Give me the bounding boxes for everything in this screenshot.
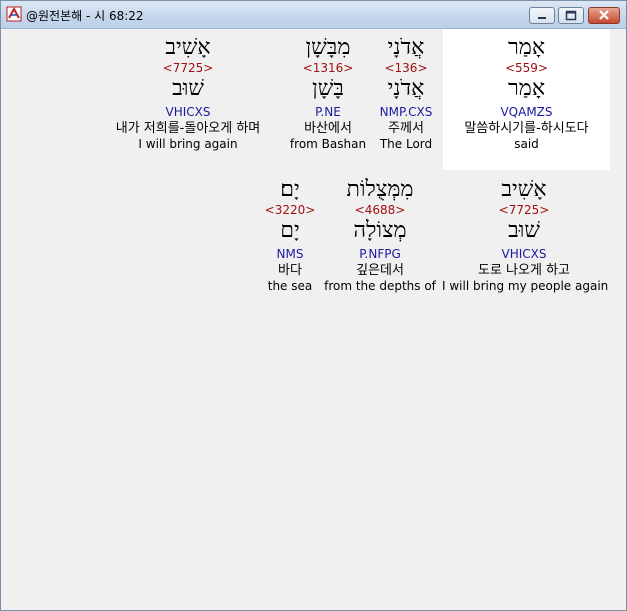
word-card[interactable]: יָם׃ <3220> יָם NMS 바다 the sea bbox=[260, 177, 320, 294]
korean-gloss: 내가 저희를-돌아오게 하며 bbox=[115, 121, 261, 136]
korean-gloss: 말씀하시기를-하시도다 bbox=[464, 121, 589, 136]
hebrew-root: שׁוּב bbox=[508, 218, 540, 243]
strong-number[interactable]: <136> bbox=[366, 61, 446, 76]
word-card[interactable]: אֲדֹנָי <136> אֲדֹנָי NMP.CXS 주께서 The Lo… bbox=[366, 35, 446, 152]
parsing-code[interactable]: VHICXS bbox=[442, 246, 606, 262]
korean-gloss: 바산에서 bbox=[304, 121, 352, 136]
korean-gloss: 도로 나오게 하고 bbox=[478, 263, 570, 278]
word-card[interactable]: מִמְּצֻלוֹת <4688> מְצוֹלָה P.NFPG 깊은데서 … bbox=[324, 177, 436, 294]
strong-number[interactable]: <559> bbox=[443, 61, 610, 76]
word-card[interactable]: אָשִׁיב <7725> שׁוּב VHICXS 내가 저희를-돌아오게 … bbox=[96, 35, 280, 152]
maximize-icon bbox=[565, 10, 577, 21]
english-gloss: I will bring my people again bbox=[442, 279, 609, 293]
maximize-button[interactable] bbox=[558, 7, 584, 24]
app-icon bbox=[6, 6, 22, 22]
english-gloss: from the depths of bbox=[324, 279, 436, 293]
close-icon bbox=[599, 10, 609, 20]
english-gloss: said bbox=[514, 137, 539, 151]
hebrew-root: אָמַר bbox=[507, 76, 546, 101]
hebrew-word: מִבָּשָׁן bbox=[305, 35, 351, 60]
korean-gloss: 주께서 bbox=[388, 121, 424, 136]
english-gloss: The Lord bbox=[379, 137, 433, 151]
hebrew-root: שׁוּב bbox=[172, 76, 204, 101]
hebrew-root: אֲדֹנָי bbox=[387, 76, 425, 101]
korean-gloss: 깊은데서 bbox=[356, 263, 404, 278]
parsing-code[interactable]: NMS bbox=[260, 246, 320, 262]
parsing-code[interactable]: VHICXS bbox=[96, 104, 280, 120]
word-card[interactable]: מִבָּשָׁן <1316> בָּשָׁן P.NE 바산에서 from … bbox=[288, 35, 368, 152]
close-button[interactable] bbox=[588, 7, 620, 24]
parsing-code[interactable]: VQAMZS bbox=[443, 104, 610, 120]
hebrew-word: מִמְּצֻלוֹת bbox=[346, 177, 414, 202]
window-title: @원전본해 - 시 68:22 bbox=[26, 9, 144, 23]
hebrew-root: יָם bbox=[280, 218, 300, 243]
word-card[interactable]: אָשִׁיב <7725> שׁוּב VHICXS 도로 나오게 하고 I … bbox=[442, 177, 609, 294]
hebrew-word: אָמַר bbox=[507, 35, 546, 60]
interlinear-pane: אָמַר <559> אָמַר VQAMZS 말씀하시기를-하시도다 sai… bbox=[6, 29, 621, 606]
title-bar[interactable]: @원전본해 - 시 68:22 bbox=[1, 1, 626, 29]
hebrew-word: אָשִׁיב bbox=[501, 177, 547, 202]
english-gloss: the sea bbox=[267, 279, 313, 293]
minimize-icon bbox=[538, 17, 546, 19]
strong-number[interactable]: <7725> bbox=[442, 203, 606, 218]
korean-gloss: 바다 bbox=[278, 263, 302, 278]
parsing-code[interactable]: NMP.CXS bbox=[366, 104, 446, 120]
app-window: @원전본해 - 시 68:22 אָמַר <559> אָמַר VQAMZS… bbox=[0, 0, 627, 611]
hebrew-root: בָּשָׁן bbox=[312, 76, 344, 101]
english-gloss: I will bring again bbox=[138, 137, 238, 151]
hebrew-word: יָם׃ bbox=[280, 177, 300, 202]
strong-number[interactable]: <3220> bbox=[260, 203, 320, 218]
parsing-code[interactable]: P.NE bbox=[288, 104, 368, 120]
word-card[interactable]: אָמַר <559> אָמַר VQAMZS 말씀하시기를-하시도다 sai… bbox=[443, 35, 610, 152]
strong-number[interactable]: <4688> bbox=[324, 203, 436, 218]
strong-number[interactable]: <1316> bbox=[288, 61, 368, 76]
hebrew-word: אָשִׁיב bbox=[165, 35, 211, 60]
hebrew-root: מְצוֹלָה bbox=[353, 218, 407, 243]
minimize-button[interactable] bbox=[529, 7, 555, 24]
english-gloss: from Bashan bbox=[289, 137, 367, 151]
strong-number[interactable]: <7725> bbox=[96, 61, 280, 76]
parsing-code[interactable]: P.NFPG bbox=[324, 246, 436, 262]
hebrew-word: אֲדֹנָי bbox=[387, 35, 425, 60]
